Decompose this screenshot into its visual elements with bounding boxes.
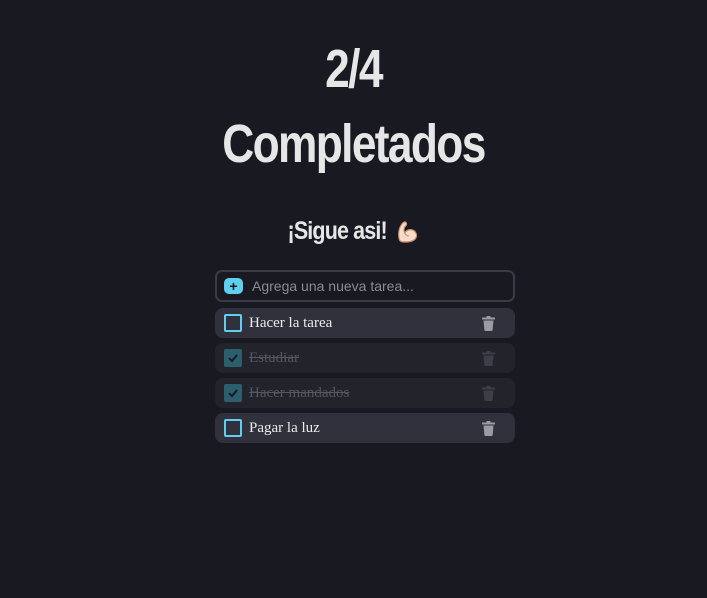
trash-icon[interactable] — [482, 421, 495, 436]
trash-icon[interactable] — [482, 386, 495, 401]
task-text: Pagar la luz — [249, 419, 320, 436]
check-icon — [228, 354, 238, 363]
task-item: Pagar la luz — [215, 413, 515, 443]
completed-count: 2/4 — [325, 39, 383, 99]
task-item: Estudiar — [215, 343, 515, 373]
check-icon — [228, 389, 238, 398]
task-item: Hacer la tarea — [215, 308, 515, 338]
completed-label: Completados — [222, 114, 486, 174]
trash-icon[interactable] — [482, 351, 495, 366]
new-task-input[interactable] — [252, 278, 502, 294]
flexed-biceps-icon — [395, 218, 419, 244]
task-text: Hacer mandados — [249, 384, 350, 401]
trash-icon[interactable] — [482, 316, 495, 331]
task-item: Hacer mandados — [215, 378, 515, 408]
task-checkbox[interactable] — [224, 419, 242, 437]
task-list: Hacer la tarea Estudiar Hacer mandados P… — [215, 308, 515, 448]
add-task-button[interactable]: + — [224, 278, 243, 294]
new-task-form: + — [215, 270, 515, 302]
task-checkbox[interactable] — [224, 349, 242, 367]
task-text: Estudiar — [249, 349, 299, 366]
motivation-message: ¡Sigue asi! — [49, 215, 657, 247]
motivation-text: ¡Sigue asi! — [287, 217, 388, 245]
task-text: Hacer la tarea — [249, 314, 333, 331]
task-checkbox[interactable] — [224, 384, 242, 402]
task-checkbox[interactable] — [224, 314, 242, 332]
